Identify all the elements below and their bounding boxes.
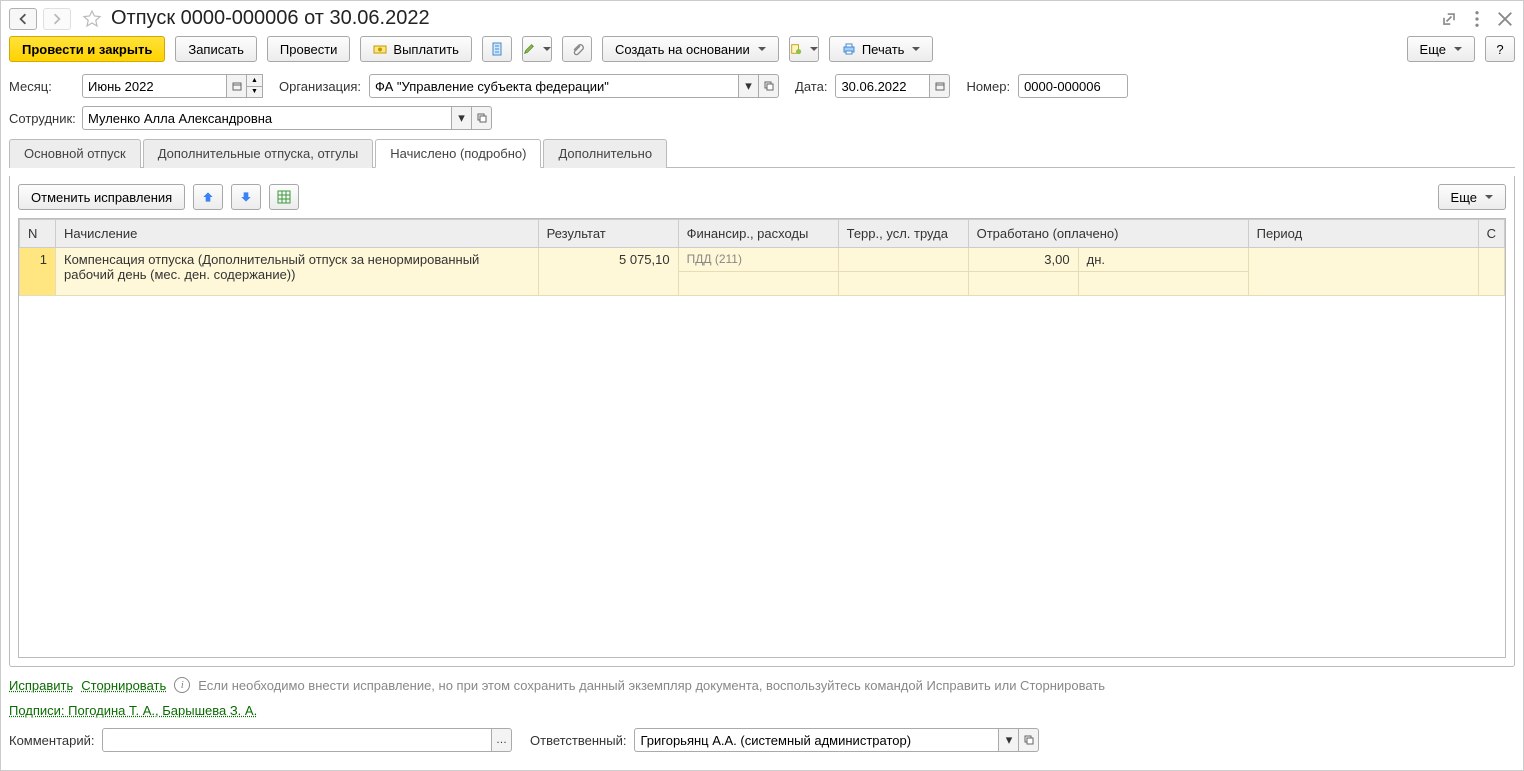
cell-financing-2 xyxy=(678,272,838,296)
employee-label: Сотрудник: xyxy=(9,111,74,126)
back-button[interactable] xyxy=(9,8,37,30)
tab-more-button[interactable]: Еще xyxy=(1438,184,1506,210)
col-n[interactable]: N xyxy=(20,220,56,248)
open-icon[interactable] xyxy=(1019,728,1039,752)
more-button[interactable]: Еще xyxy=(1407,36,1475,62)
document-icon-button[interactable] xyxy=(482,36,512,62)
chevron-down-icon[interactable]: ▾ xyxy=(999,728,1019,752)
close-icon[interactable] xyxy=(1495,9,1515,29)
calendar-icon[interactable] xyxy=(930,74,950,98)
tab-accrued-detail[interactable]: Начислено (подробно) xyxy=(375,139,541,168)
move-up-button[interactable] xyxy=(193,184,223,210)
col-terr[interactable]: Терр., усл. труда xyxy=(838,220,968,248)
month-stepper[interactable]: ▲▼ xyxy=(247,74,263,98)
arrow-up-icon xyxy=(201,190,215,204)
forward-button[interactable] xyxy=(43,8,71,30)
responsible-label: Ответственный: xyxy=(530,733,626,748)
employee-input[interactable] xyxy=(82,106,452,130)
money-icon xyxy=(373,42,387,56)
month-input[interactable] xyxy=(82,74,227,98)
attachment-button[interactable] xyxy=(562,36,592,62)
org-label: Организация: xyxy=(279,79,361,94)
date-label: Дата: xyxy=(795,79,827,94)
star-icon[interactable] xyxy=(81,8,103,30)
stamp-icon xyxy=(790,42,802,56)
calendar-icon[interactable] xyxy=(227,74,247,98)
ellipsis-icon[interactable]: … xyxy=(492,728,512,752)
open-icon[interactable] xyxy=(759,74,779,98)
correction-hint: Если необходимо внести исправление, но п… xyxy=(198,678,1105,693)
paperclip-icon xyxy=(570,42,584,56)
col-s[interactable]: С xyxy=(1478,220,1504,248)
arrow-down-icon xyxy=(239,190,253,204)
cell-period xyxy=(1248,248,1478,296)
tab-main-vacation[interactable]: Основной отпуск xyxy=(9,139,141,168)
date-input[interactable] xyxy=(835,74,930,98)
accruals-table[interactable]: N Начисление Результат Финансир., расход… xyxy=(19,219,1505,296)
open-icon[interactable] xyxy=(472,106,492,130)
cell-unit-2 xyxy=(1078,272,1248,296)
post-and-close-button[interactable]: Провести и закрыть xyxy=(9,36,165,62)
cell-accrual: Компенсация отпуска (Дополнительный отпу… xyxy=(56,248,539,296)
signatures-link[interactable]: Подписи: Погодина Т. А., Барышева З. А. xyxy=(9,703,257,718)
cell-s xyxy=(1478,248,1504,296)
stamp-icon-button[interactable] xyxy=(789,36,819,62)
number-label: Номер: xyxy=(966,79,1010,94)
cancel-corrections-button[interactable]: Отменить исправления xyxy=(18,184,185,210)
reverse-link[interactable]: Сторнировать xyxy=(81,678,166,693)
tab-additional-vacation[interactable]: Дополнительные отпуска, отгулы xyxy=(143,139,374,168)
chevron-down-icon[interactable]: ▾ xyxy=(739,74,759,98)
cell-financing: ПДД (211) xyxy=(678,248,838,272)
page-title: Отпуск 0000-000006 от 30.06.2022 xyxy=(111,7,430,30)
cell-result: 5 075,10 xyxy=(538,248,678,296)
cell-worked: 3,00 xyxy=(968,248,1078,272)
responsible-input[interactable] xyxy=(634,728,999,752)
kebab-menu-icon[interactable] xyxy=(1467,9,1487,29)
help-button[interactable]: ? xyxy=(1485,36,1515,62)
tab-additional[interactable]: Дополнительно xyxy=(543,139,667,168)
cell-terr-2 xyxy=(838,272,968,296)
move-down-button[interactable] xyxy=(231,184,261,210)
table-row[interactable]: 1 Компенсация отпуска (Дополнительный от… xyxy=(20,248,1505,272)
link-icon[interactable] xyxy=(1439,9,1459,29)
col-result[interactable]: Результат xyxy=(538,220,678,248)
month-label: Месяц: xyxy=(9,79,74,94)
number-input[interactable] xyxy=(1018,74,1128,98)
table-icon xyxy=(277,190,291,204)
document-icon xyxy=(490,42,504,56)
cell-terr xyxy=(838,248,968,272)
comment-label: Комментарий: xyxy=(9,733,94,748)
cell-unit: дн. xyxy=(1078,248,1248,272)
cell-row-number: 1 xyxy=(20,248,56,296)
org-input[interactable] xyxy=(369,74,739,98)
chevron-down-icon[interactable]: ▾ xyxy=(452,106,472,130)
save-button[interactable]: Записать xyxy=(175,36,257,62)
create-based-button[interactable]: Создать на основании xyxy=(602,36,779,62)
col-worked[interactable]: Отработано (оплачено) xyxy=(968,220,1248,248)
info-icon: i xyxy=(174,677,190,693)
col-accrual[interactable]: Начисление xyxy=(56,220,539,248)
printer-icon xyxy=(842,42,856,56)
cell-worked-2 xyxy=(968,272,1078,296)
fix-link[interactable]: Исправить xyxy=(9,678,73,693)
comment-input[interactable] xyxy=(102,728,492,752)
pay-button[interactable]: Выплатить xyxy=(360,36,472,62)
col-financing[interactable]: Финансир., расходы xyxy=(678,220,838,248)
post-button[interactable]: Провести xyxy=(267,36,351,62)
print-button[interactable]: Печать xyxy=(829,36,934,62)
pencil-icon xyxy=(523,42,535,56)
edit-icon-button[interactable] xyxy=(522,36,552,62)
col-period[interactable]: Период xyxy=(1248,220,1478,248)
columns-button[interactable] xyxy=(269,184,299,210)
